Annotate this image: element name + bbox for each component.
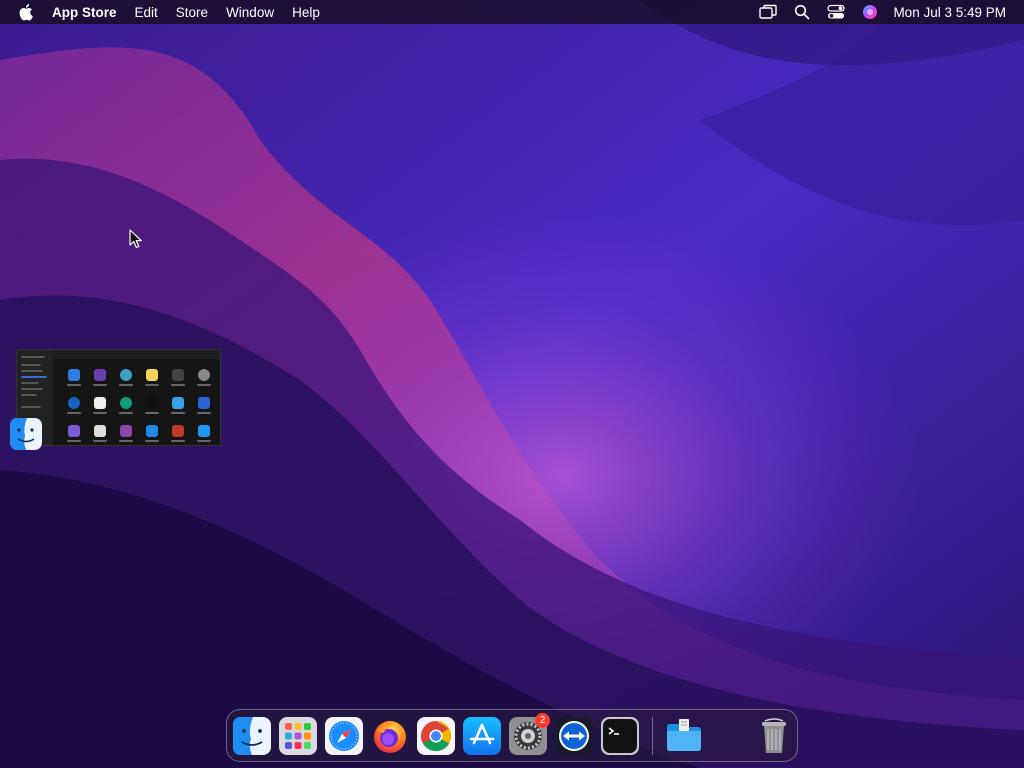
menu-bar: App Store Edit Store Window Help Mon Jul… <box>0 0 1024 24</box>
teamviewer-icon <box>555 717 593 755</box>
notification-badge: 2 <box>535 713 550 728</box>
menu-help[interactable]: Help <box>292 5 320 20</box>
terminal-icon <box>601 717 639 755</box>
thumbnail-app <box>191 369 217 386</box>
thumbnail-app <box>191 425 217 442</box>
menu-app-name[interactable]: App Store <box>52 5 117 20</box>
menu-store[interactable]: Store <box>176 5 208 20</box>
thumbnail-toolbar <box>53 350 220 359</box>
thumbnail-app <box>191 397 217 414</box>
dock: 2 <box>226 709 798 762</box>
thumbnail-app <box>87 425 113 442</box>
launchpad-icon <box>279 717 317 755</box>
dock-chrome[interactable] <box>417 717 455 755</box>
thumbnail-app <box>87 397 113 414</box>
safari-icon <box>325 717 363 755</box>
dock-teamviewer[interactable] <box>555 717 593 755</box>
thumbnail-app <box>61 425 87 442</box>
app-store-icon <box>463 717 501 755</box>
dock-system-settings[interactable]: 2 <box>509 713 550 755</box>
dock-separator <box>652 717 653 755</box>
finder-window-thumbnail[interactable] <box>16 349 221 446</box>
menu-bar-clock[interactable]: Mon Jul 3 5:49 PM <box>893 5 1006 20</box>
dock-terminal[interactable] <box>601 717 639 755</box>
trash-icon <box>762 718 786 753</box>
firefox-icon <box>374 721 406 753</box>
siri-icon[interactable] <box>861 3 879 21</box>
dock-firefox[interactable] <box>371 717 409 755</box>
dock-downloads-folder[interactable] <box>665 717 703 755</box>
apple-menu-icon[interactable] <box>18 3 36 21</box>
dock-safari[interactable] <box>325 717 363 755</box>
downloads-folder-icon <box>667 719 701 751</box>
thumbnail-app <box>113 397 139 414</box>
dock-launchpad[interactable] <box>279 717 317 755</box>
finder-icon <box>10 418 42 450</box>
mouse-pointer-icon <box>129 229 142 249</box>
dock-app-store[interactable] <box>463 717 501 755</box>
thumbnail-app <box>165 369 191 386</box>
thumbnail-app <box>87 369 113 386</box>
spotlight-search-icon[interactable] <box>793 3 811 21</box>
thumbnail-app <box>165 425 191 442</box>
thumbnail-app-grid <box>61 369 217 442</box>
menu-window[interactable]: Window <box>226 5 274 20</box>
screen-mirroring-icon[interactable] <box>759 3 778 21</box>
thumbnail-app <box>113 425 139 442</box>
thumbnail-app <box>113 369 139 386</box>
thumbnail-app <box>61 397 87 414</box>
dock-trash[interactable] <box>755 717 793 755</box>
control-center-icon[interactable] <box>827 3 846 21</box>
menu-edit[interactable]: Edit <box>135 5 158 20</box>
thumbnail-app <box>139 397 165 414</box>
thumbnail-app <box>139 425 165 442</box>
thumbnail-app <box>165 397 191 414</box>
thumbnail-app <box>139 369 165 386</box>
chrome-icon <box>417 717 455 755</box>
finder-icon <box>233 717 271 755</box>
thumbnail-app <box>61 369 87 386</box>
dock-finder[interactable] <box>233 717 271 755</box>
